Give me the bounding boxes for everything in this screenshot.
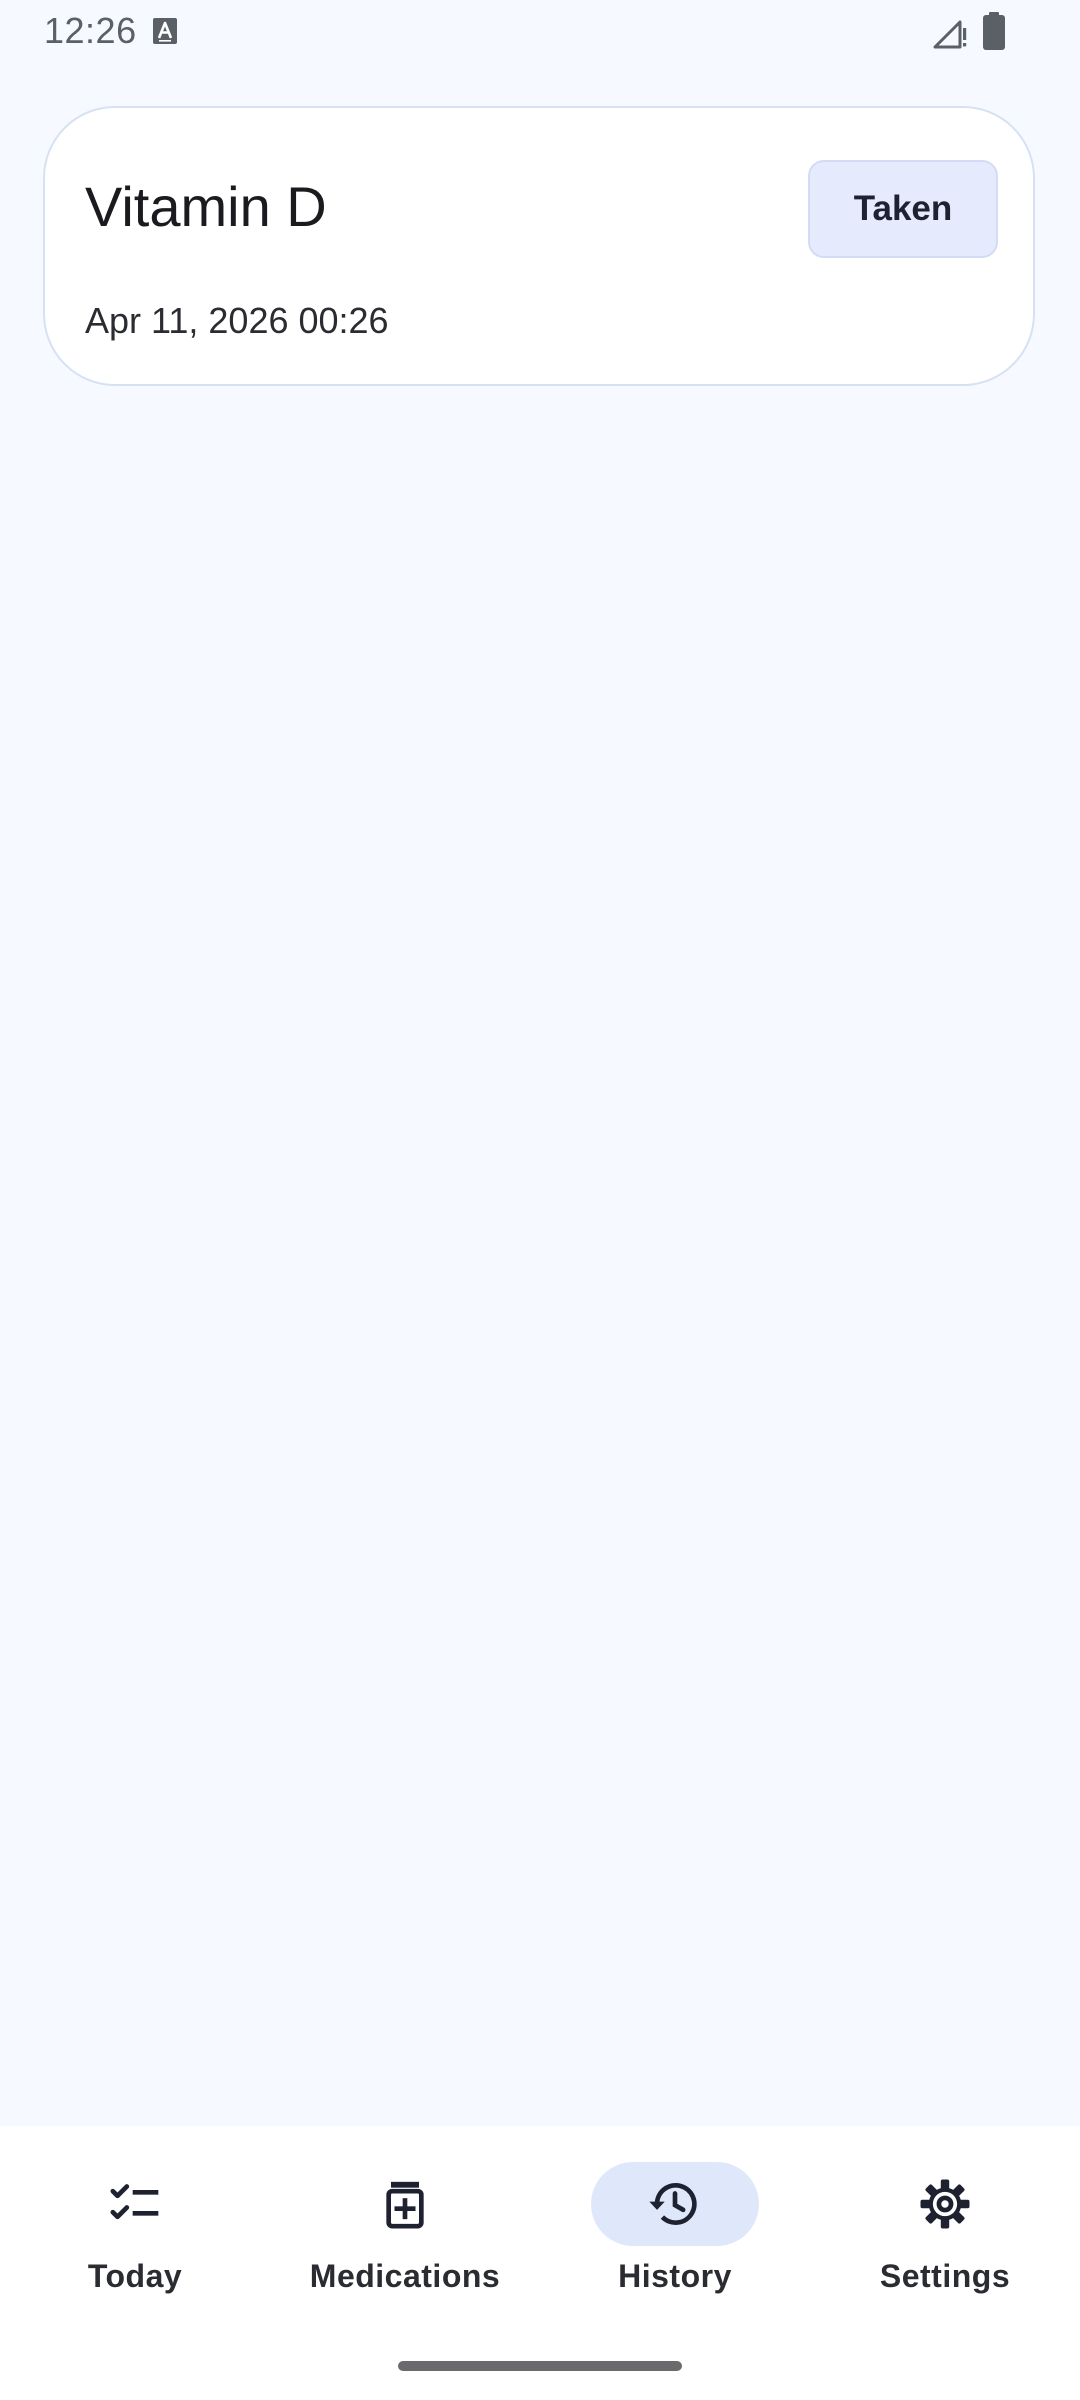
gear-icon <box>920 2179 970 2229</box>
nav-indicator <box>321 2162 489 2246</box>
nav-indicator <box>861 2162 1029 2246</box>
status-bar: 12:26 <box>0 0 1080 64</box>
checklist-icon <box>110 2184 159 2220</box>
medication-icon <box>386 2181 424 2229</box>
taken-status-chip[interactable]: Taken <box>808 160 998 258</box>
battery-icon <box>983 12 1005 50</box>
nav-item-medications[interactable]: Medications <box>270 2126 540 2346</box>
history-entry-card[interactable]: Vitamin D Apr 11, 2026 00:26 Taken <box>43 106 1035 386</box>
nav-label-today: Today <box>87 2258 183 2294</box>
home-gesture-bar[interactable] <box>398 2361 682 2371</box>
nav-item-today[interactable]: Today <box>0 2126 270 2346</box>
signal-icon <box>933 20 967 49</box>
nav-item-history[interactable]: History <box>540 2126 810 2346</box>
nav-active-indicator <box>591 2162 759 2246</box>
nav-label-medications: Medications <box>309 2258 501 2294</box>
nav-item-settings[interactable]: Settings <box>810 2126 1080 2346</box>
nav-label-history: History <box>618 2258 732 2294</box>
bottom-navigation-bar: Today Medications History Settings <box>0 2126 1080 2400</box>
nav-indicator <box>51 2162 219 2246</box>
entry-datetime: Apr 11, 2026 00:26 <box>85 300 389 341</box>
history-icon <box>649 2182 697 2225</box>
status-time: 12:26 <box>44 10 137 51</box>
medication-name: Vitamin D <box>85 175 327 238</box>
a-notification-icon <box>153 18 177 44</box>
nav-label-settings: Settings <box>879 2258 1011 2294</box>
